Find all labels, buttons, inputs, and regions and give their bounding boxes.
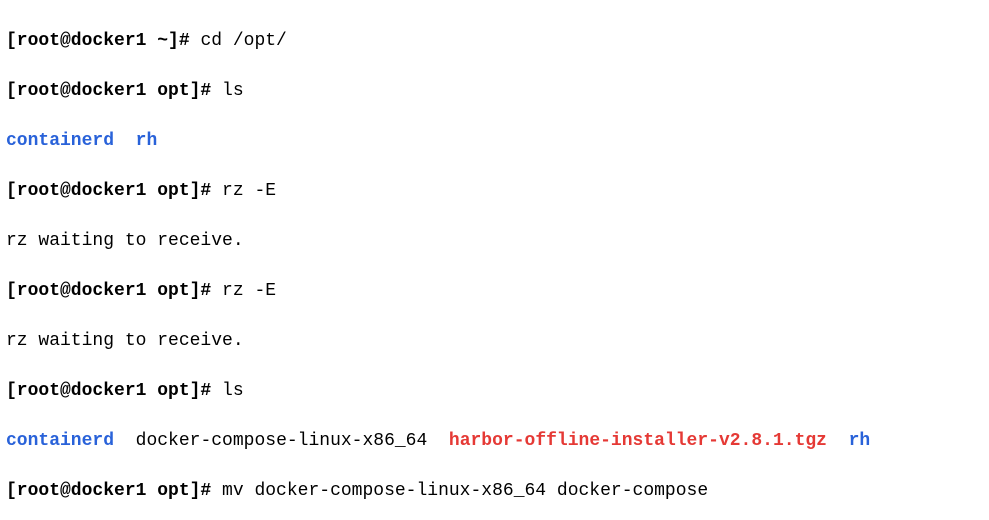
command-text: cd /opt/ [200, 31, 286, 51]
terminal-output[interactable]: [root@docker1 ~]# cd /opt/ [root@docker1… [0, 0, 989, 520]
shell-prompt: [root@docker1 opt]# [6, 381, 222, 401]
command-text: ls [222, 81, 244, 101]
term-line: [root@docker1 opt]# rz -E [6, 279, 983, 304]
output-text: rz waiting to receive. [6, 329, 983, 354]
dir-entry: rh [136, 131, 158, 151]
command-text: mv docker-compose-linux-x86_64 docker-co… [222, 481, 708, 501]
term-line: containerd docker-compose-linux-x86_64 h… [6, 429, 983, 454]
shell-prompt: [root@docker1 opt]# [6, 281, 222, 301]
term-line: [root@docker1 opt]# ls [6, 79, 983, 104]
dir-entry: rh [849, 431, 871, 451]
term-line: [root@docker1 opt]# mv docker-compose-li… [6, 479, 983, 504]
command-text: rz -E [222, 181, 276, 201]
command-text: rz -E [222, 281, 276, 301]
dir-entry: containerd [6, 131, 114, 151]
shell-prompt: [root@docker1 opt]# [6, 181, 222, 201]
shell-prompt: [root@docker1 opt]# [6, 481, 222, 501]
command-text: ls [222, 381, 244, 401]
dir-entry: containerd [6, 431, 114, 451]
term-line: containerd rh [6, 129, 983, 154]
term-line: [root@docker1 opt]# ls [6, 379, 983, 404]
term-line: [root@docker1 opt]# rz -E [6, 179, 983, 204]
file-entry: docker-compose-linux-x86_64 [136, 431, 428, 451]
term-line: [root@docker1 ~]# cd /opt/ [6, 29, 983, 54]
archive-entry: harbor-offline-installer-v2.8.1.tgz [449, 431, 827, 451]
shell-prompt: [root@docker1 opt]# [6, 81, 222, 101]
shell-prompt: [root@docker1 ~]# [6, 31, 200, 51]
output-text: rz waiting to receive. [6, 229, 983, 254]
